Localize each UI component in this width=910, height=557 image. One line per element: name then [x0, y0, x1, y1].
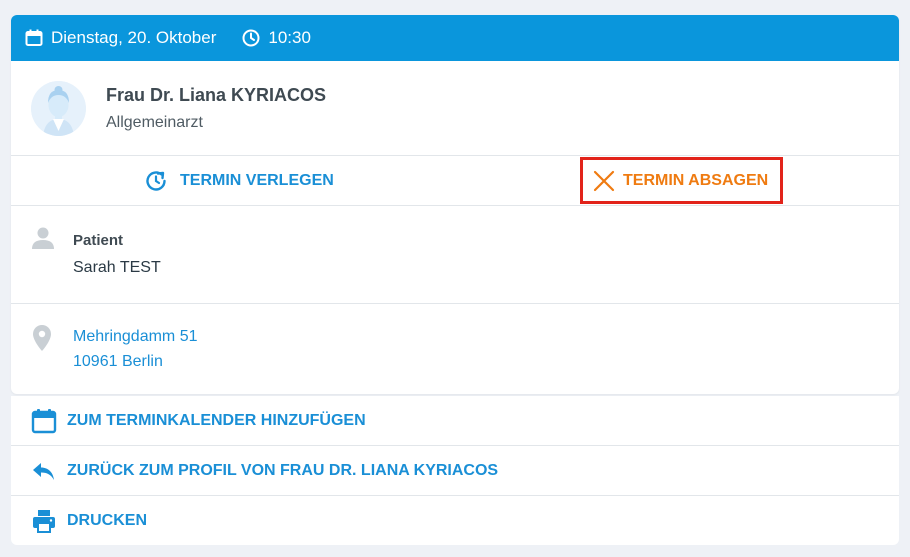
reschedule-label: TERMIN VERLEGEN [180, 171, 334, 189]
clock-icon [242, 29, 260, 47]
appointment-time: 10:30 [242, 28, 311, 48]
doctor-avatar-icon [31, 80, 86, 136]
user-icon [32, 227, 54, 249]
back-to-profile-label: ZURÜCK ZUM PROFIL VON FRAU DR. LIANA KYR… [67, 461, 499, 479]
address-city: 10961 Berlin [73, 353, 163, 370]
doctor-section: Frau Dr. Liana KYRIACOS Allgemeinarzt [11, 61, 899, 156]
appointment-header: Dienstag, 20. Oktober 10:30 [11, 15, 899, 61]
patient-name: Sarah TEST [73, 259, 161, 276]
printer-icon [33, 509, 55, 533]
address-link[interactable]: Mehringdamm 51 10961 Berlin [73, 324, 198, 374]
add-to-calendar-link[interactable]: ZUM TERMINKALENDER HINZUFÜGEN [11, 396, 899, 446]
print-label: DRUCKEN [67, 511, 147, 529]
map-pin-icon [33, 325, 51, 351]
appointment-card: Dienstag, 20. Oktober 10:30 Frau Dr. Lia… [11, 15, 899, 394]
close-icon [593, 170, 615, 191]
reply-arrow-icon [33, 462, 54, 480]
print-link[interactable]: DRUCKEN [11, 496, 899, 545]
doctor-avatar [31, 80, 86, 136]
refresh-clock-icon [146, 170, 166, 191]
time-text: 10:30 [268, 28, 311, 47]
appointment-date: Dienstag, 20. Oktober [25, 28, 216, 48]
footer-links: ZUM TERMINKALENDER HINZUFÜGEN ZURÜCK ZUM… [11, 396, 899, 545]
doctor-name: Frau Dr. Liana KYRIACOS [106, 84, 327, 105]
reschedule-button[interactable]: TERMIN VERLEGEN [144, 156, 334, 205]
address-street: Mehringdamm 51 [73, 328, 198, 345]
date-text: Dienstag, 20. Oktober [51, 28, 217, 47]
cancel-appointment-button[interactable]: TERMIN ABSAGEN [580, 157, 783, 204]
back-to-profile-link[interactable]: ZURÜCK ZUM PROFIL VON FRAU DR. LIANA KYR… [11, 446, 899, 496]
patient-label: Patient [73, 232, 124, 249]
cancel-label: TERMIN ABSAGEN [623, 171, 769, 189]
calendar-icon [31, 408, 57, 433]
appointment-actions: TERMIN VERLEGEN TERMIN ABSAGEN [11, 156, 899, 206]
calendar-icon [25, 29, 43, 46]
patient-section: Patient Sarah TEST [11, 206, 899, 304]
add-to-calendar-label: ZUM TERMINKALENDER HINZUFÜGEN [67, 411, 366, 429]
doctor-specialty: Allgemeinarzt [106, 113, 203, 131]
address-section: Mehringdamm 51 10961 Berlin [11, 304, 899, 374]
